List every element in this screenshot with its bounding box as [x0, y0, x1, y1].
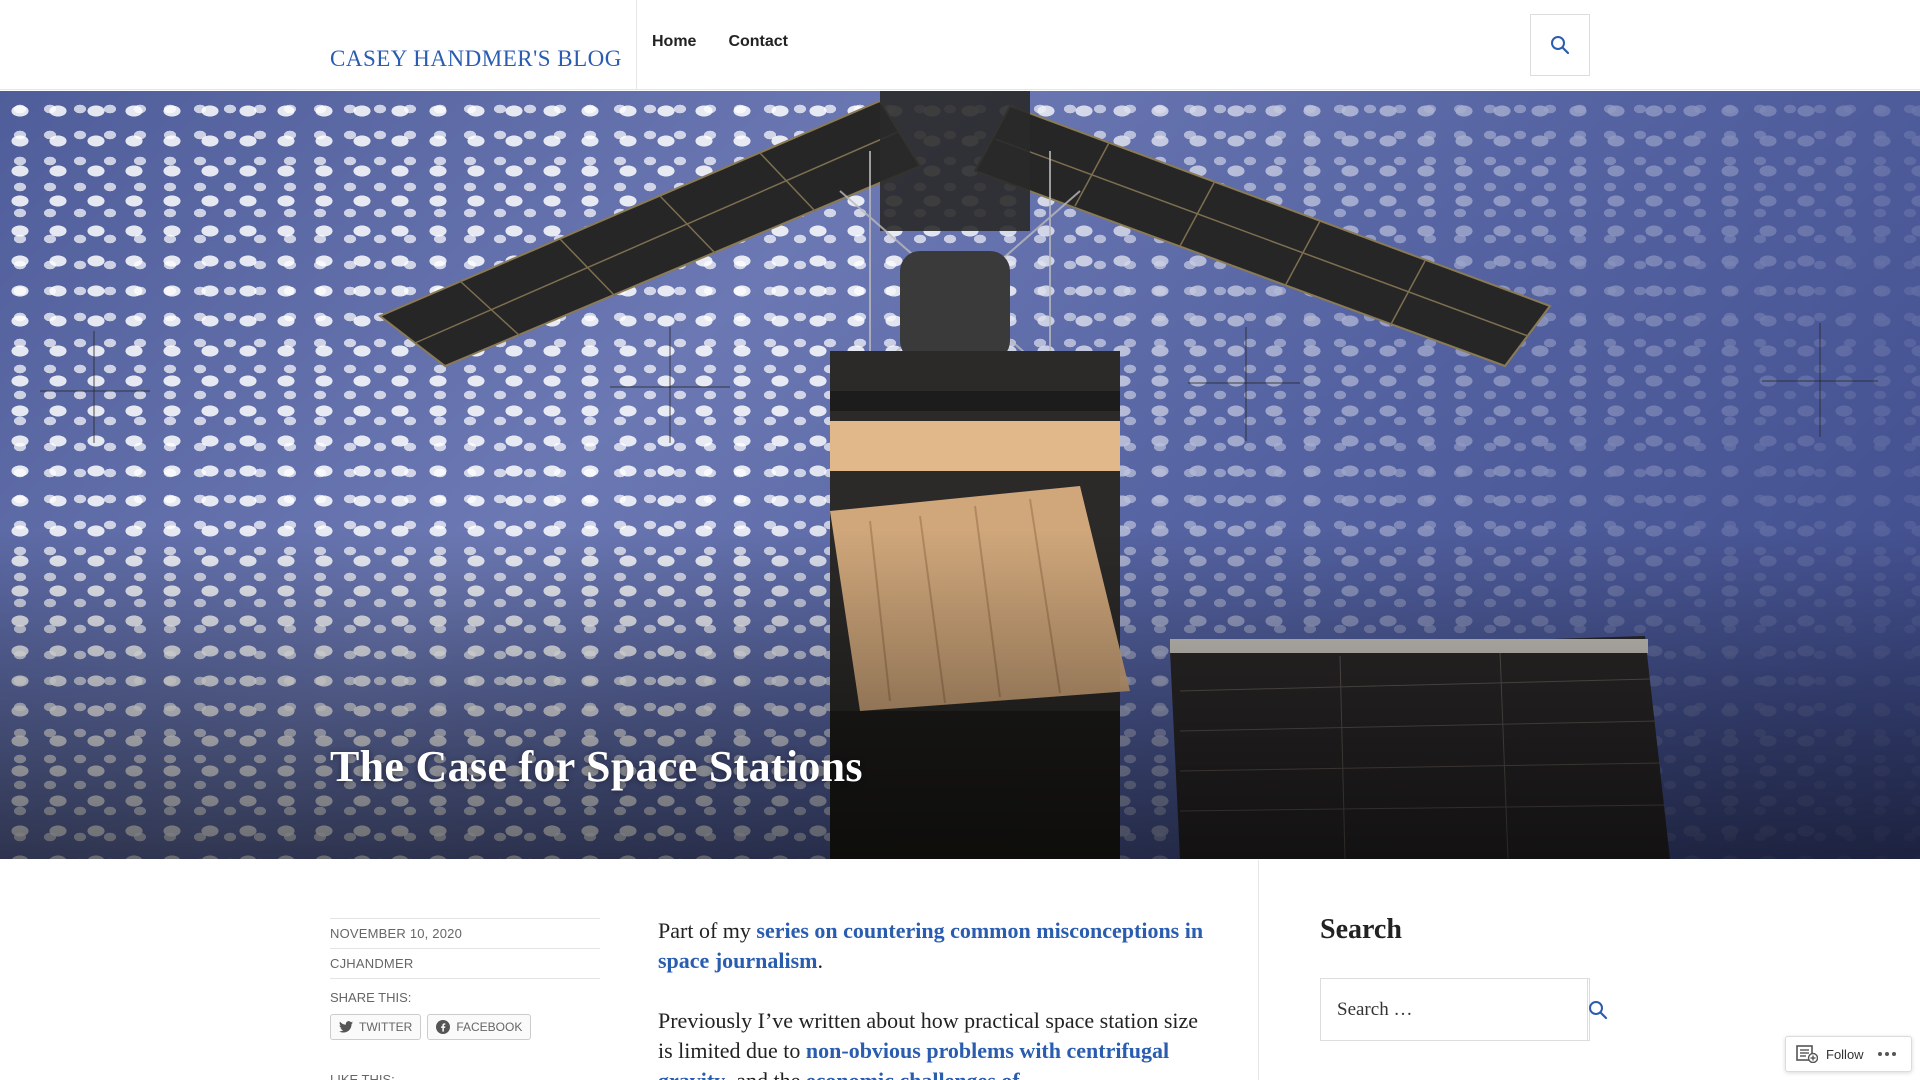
like-title: LIKE THIS: [330, 1072, 395, 1080]
search-input[interactable] [1321, 979, 1587, 1040]
share-facebook-label: FACEBOOK [456, 1020, 523, 1034]
follow-label: Follow [1826, 1046, 1864, 1062]
entry-content: Part of my series on countering common m… [658, 916, 1218, 1080]
site-header: CASEY HANDMER'S BLOG Home Contact [0, 0, 1920, 90]
post-date[interactable]: NOVEMBER 10, 2020 [330, 918, 600, 948]
paragraph-2: Previously I’ve written about how practi… [658, 1006, 1218, 1080]
nav-contact-link[interactable]: Contact [728, 33, 788, 51]
follow-button[interactable]: Follow [1785, 1036, 1912, 1072]
facebook-icon [436, 1020, 451, 1034]
nav-home-link[interactable]: Home [652, 33, 696, 51]
economic-challenges-link[interactable]: economic challenges of [806, 1068, 1020, 1080]
more-options-icon[interactable] [1877, 1052, 1896, 1056]
content-sidebar-divider [1258, 860, 1259, 1080]
share-facebook-button[interactable]: FACEBOOK [427, 1014, 532, 1040]
search-icon [1589, 1000, 1608, 1019]
entry-meta: NOVEMBER 10, 2020 CJHANDMER [330, 918, 600, 979]
search-submit-button[interactable] [1587, 979, 1608, 1040]
site-title-link[interactable]: CASEY HANDMER'S BLOG [330, 46, 622, 72]
paragraph-1: Part of my series on countering common m… [658, 916, 1218, 976]
share-twitter-button[interactable]: TWITTER [330, 1014, 422, 1040]
search-widget-title: Search [1320, 914, 1402, 945]
p1-prefix: Part of my [658, 918, 757, 943]
header-divider [636, 0, 637, 90]
hero-shade [0, 529, 1920, 859]
header-search-button[interactable] [1530, 14, 1590, 76]
p1-suffix: . [817, 948, 824, 973]
hero-banner: The Case for Space Stations [0, 91, 1920, 859]
main-nav: Home Contact [652, 33, 788, 51]
reader-follow-icon [1796, 1045, 1818, 1063]
p2-mid: , and the [725, 1068, 806, 1080]
share-twitter-label: TWITTER [359, 1020, 413, 1034]
post-author[interactable]: CJHANDMER [330, 948, 600, 979]
share-buttons: TWITTER FACEBOOK [330, 1014, 532, 1040]
search-icon [1551, 36, 1570, 55]
twitter-icon [339, 1021, 353, 1033]
search-widget-form [1320, 978, 1608, 1041]
post-title: The Case for Space Stations [330, 742, 863, 791]
share-title: SHARE THIS: [330, 990, 412, 1005]
